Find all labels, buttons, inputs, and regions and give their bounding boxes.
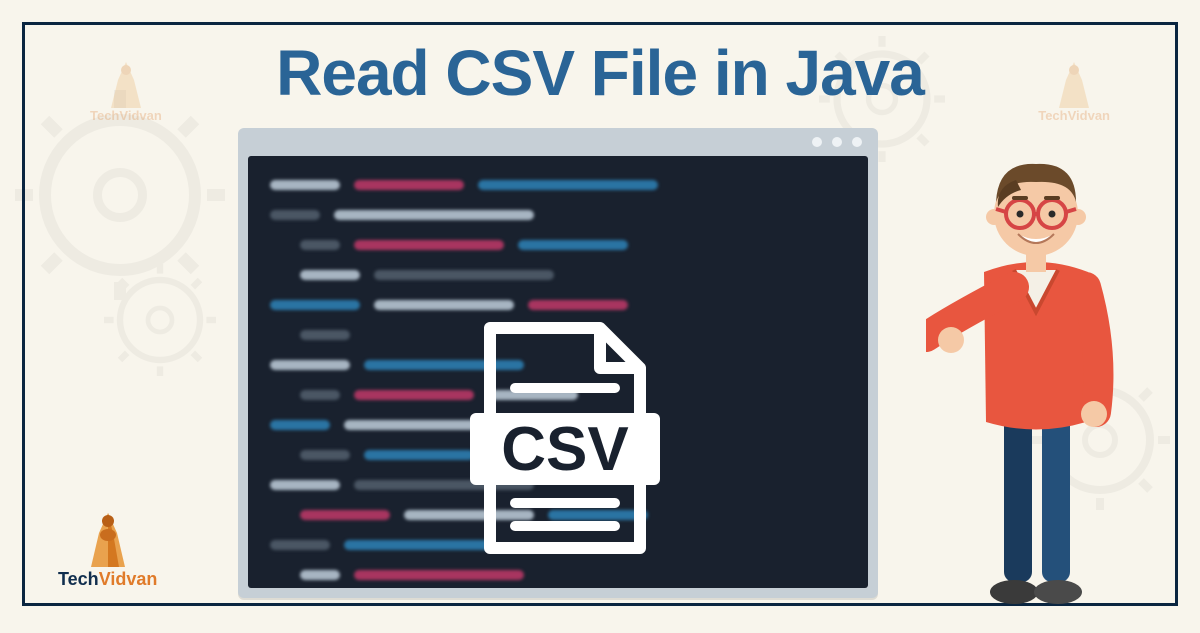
csv-file-icon: CSV bbox=[460, 318, 660, 563]
window-dot bbox=[852, 137, 862, 147]
editor-titlebar bbox=[238, 128, 878, 156]
logo-icon bbox=[83, 509, 133, 569]
brand-logo: TechVidvan bbox=[58, 509, 157, 590]
person-illustration bbox=[926, 152, 1138, 607]
page-title: Read CSV File in Java bbox=[0, 36, 1200, 110]
logo-text: TechVidvan bbox=[58, 569, 157, 590]
csv-text: CSV bbox=[501, 415, 628, 484]
window-dot bbox=[832, 137, 842, 147]
window-dot bbox=[812, 137, 822, 147]
